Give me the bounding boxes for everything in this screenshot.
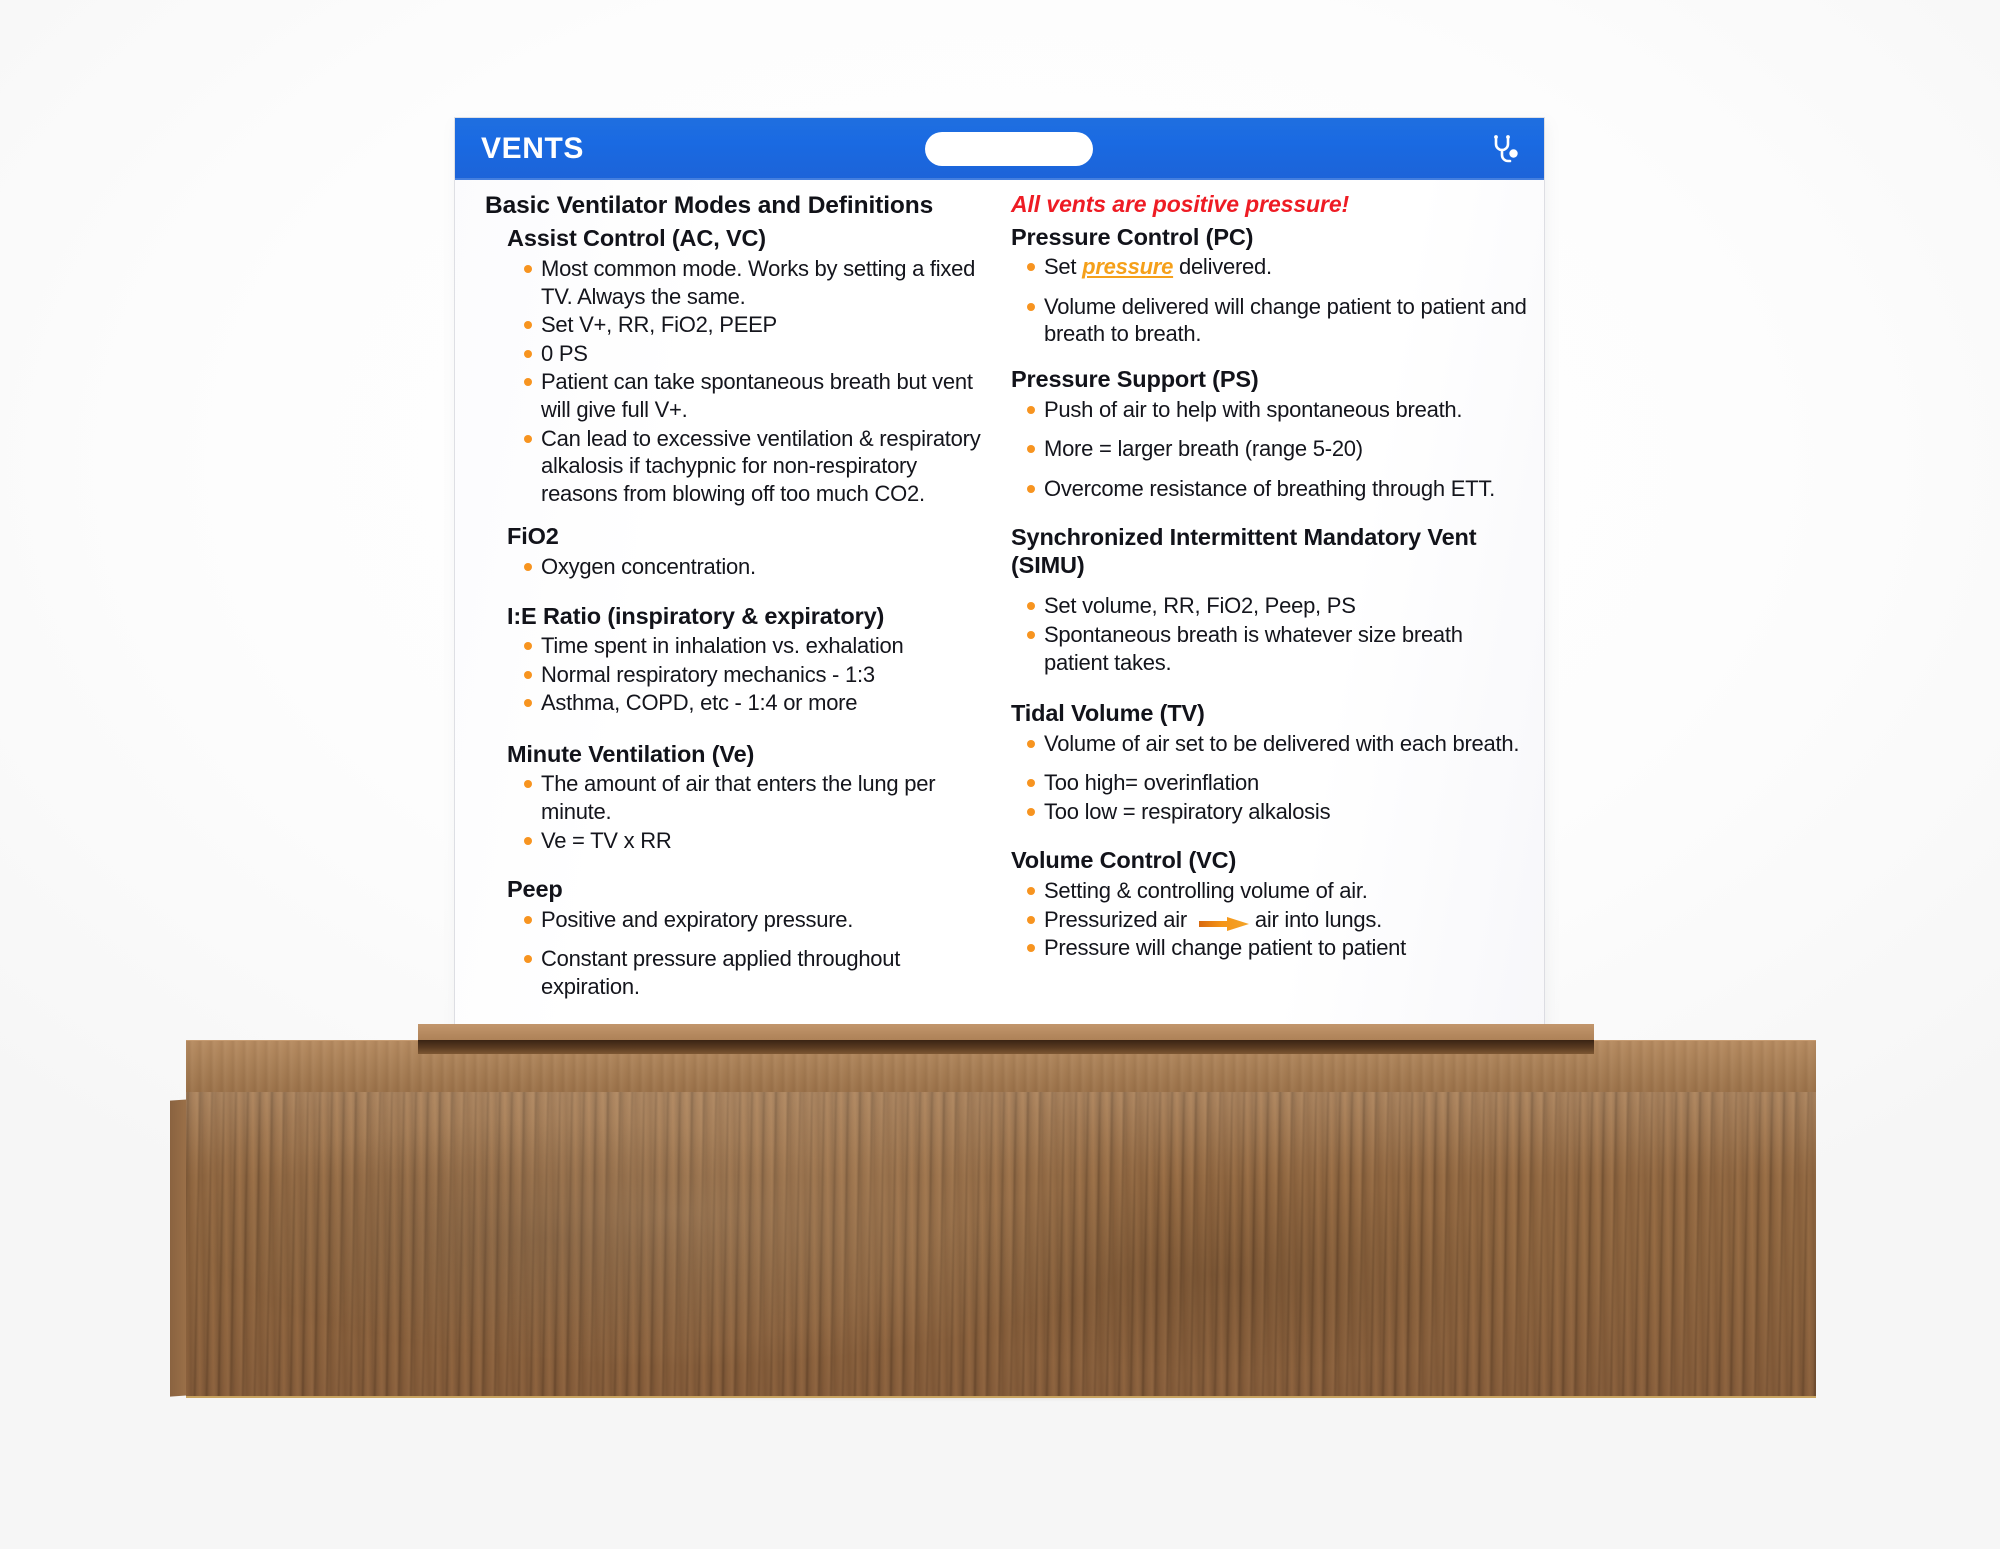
page-title: VENTS — [481, 132, 585, 165]
list-item: Asthma, COPD, etc - 1:4 or more — [523, 689, 995, 717]
bullet-text-pre: Set — [1044, 254, 1083, 280]
section-peep: Peep Positive and expiratory pressure. C… — [485, 876, 995, 1000]
list-item: Time spent in inhalation vs. exhalation — [523, 632, 995, 660]
list-item: Setting & controlling volume of air. — [1026, 877, 1528, 905]
right-arrow-icon — [1197, 911, 1251, 931]
list-item: The amount of air that enters the lung p… — [523, 770, 995, 825]
list-item: Set pressure delivered. — [1026, 253, 1528, 281]
section-assist-control: Assist Control (AC, VC) Most common mode… — [485, 225, 995, 507]
list-item: Oxygen concentration. — [523, 553, 995, 581]
bullet-list-pressure-support: Push of air to help with spontaneous bre… — [1011, 396, 1528, 503]
list-item: Set V+, RR, FiO2, PEEP — [523, 311, 995, 339]
bullet-list-fio2: Oxygen concentration. — [485, 553, 995, 581]
heading-simu: Synchronized Intermittent Mandatory Vent… — [1011, 524, 1477, 578]
list-item: Volume delivered will change patient to … — [1026, 293, 1528, 348]
heading-pressure-support: Pressure Support (PS) — [1011, 366, 1259, 393]
badge-punch-slot — [925, 132, 1093, 166]
list-item: Can lead to excessive ventilation & resp… — [523, 425, 995, 508]
list-item: Patient can take spontaneous breath but … — [523, 368, 995, 423]
bullet-list-ie-ratio: Time spent in inhalation vs. exhalation … — [485, 632, 995, 717]
section-volume-control: Volume Control (VC) Setting & controllin… — [1011, 847, 1528, 961]
right-column: All vents are positive pressure! Pressur… — [999, 191, 1528, 1068]
list-item: Pressure will change patient to patient — [1026, 934, 1528, 962]
stand-card-slot — [418, 1040, 1594, 1054]
list-item: Normal respiratory mechanics - 1:3 — [523, 661, 995, 689]
list-item: Overcome resistance of breathing through… — [1026, 475, 1528, 503]
vents-reference-card: VENTS Basic Ventilator Modes and Definit… — [455, 118, 1544, 1068]
bullet-list-pressure-control: Set pressure delivered. Volume delivered… — [1011, 253, 1528, 348]
list-item: Pressurized air air into lungs. — [1026, 906, 1528, 934]
heading-volume-control: Volume Control (VC) — [1011, 847, 1237, 874]
bullet-list-tidal-volume: Volume of air set to be delivered with e… — [1011, 730, 1528, 826]
list-item: Constant pressure applied throughout exp… — [523, 945, 995, 1000]
bullet-list-minute-ventilation: The amount of air that enters the lung p… — [485, 770, 995, 854]
left-column-title: Basic Ventilator Modes and Definitions — [485, 192, 934, 219]
list-item: Most common mode. Works by setting a fix… — [523, 255, 995, 310]
heading-tidal-volume: Tidal Volume (TV) — [1011, 700, 1205, 727]
list-item: Push of air to help with spontaneous bre… — [1026, 396, 1528, 424]
bullet-list-assist-control: Most common mode. Works by setting a fix… — [485, 255, 995, 507]
section-tidal-volume: Tidal Volume (TV) Volume of air set to b… — [1011, 700, 1528, 825]
list-item: Set volume, RR, FiO2, Peep, PS — [1026, 592, 1528, 620]
list-item: Positive and expiratory pressure. — [523, 906, 995, 934]
bullet-text-pre: Pressurized air — [1044, 906, 1193, 932]
bullet-text-post: delivered. — [1173, 254, 1272, 280]
section-pressure-support: Pressure Support (PS) Push of air to hel… — [1011, 366, 1528, 502]
list-item: Spontaneous breath is whatever size brea… — [1026, 621, 1528, 676]
section-minute-ventilation: Minute Ventilation (Ve) The amount of ai… — [485, 741, 995, 854]
list-item: Too high= overinflation — [1026, 769, 1528, 797]
highlight-pressure: pressure — [1082, 254, 1174, 280]
bullet-text-post: air into lungs. — [1254, 906, 1382, 932]
list-item: Ve = TV x RR — [523, 827, 995, 855]
heading-peep: Peep — [507, 876, 563, 903]
card-columns: Basic Ventilator Modes and Definitions A… — [469, 191, 1530, 1068]
alert-banner-text: All vents are positive pressure! — [1011, 191, 1350, 217]
stethoscope-icon — [1488, 132, 1522, 166]
heading-ie-ratio: I:E Ratio (inspiratory & expiratory) — [507, 602, 885, 629]
list-item: Volume of air set to be delivered with e… — [1026, 730, 1528, 758]
section-simu: Synchronized Intermittent Mandatory Vent… — [1011, 524, 1528, 676]
card-body: Basic Ventilator Modes and Definitions A… — [455, 180, 1544, 1068]
heading-pressure-control: Pressure Control (PC) — [1011, 223, 1254, 250]
heading-fio2: FiO2 — [507, 523, 559, 550]
bullet-list-simu: Set volume, RR, FiO2, Peep, PS Spontaneo… — [1011, 592, 1528, 676]
heading-minute-ventilation: Minute Ventilation (Ve) — [507, 740, 755, 767]
heading-assist-control: Assist Control (AC, VC) — [507, 225, 766, 252]
section-fio2: FiO2 Oxygen concentration. — [485, 523, 995, 580]
list-item: Too low = respiratory alkalosis — [1026, 798, 1528, 826]
section-pressure-control: Pressure Control (PC) Set pressure deliv… — [1011, 224, 1528, 348]
list-item: 0 PS — [523, 340, 995, 368]
list-item: More = larger breath (range 5-20) — [1026, 435, 1528, 463]
wooden-card-stand — [170, 1024, 1816, 1398]
left-column: Basic Ventilator Modes and Definitions A… — [469, 192, 999, 1068]
bullet-list-peep: Positive and expiratory pressure. Consta… — [485, 906, 995, 1001]
stand-front-face — [186, 1092, 1816, 1398]
card-header-bar: VENTS — [455, 118, 1544, 180]
section-ie-ratio: I:E Ratio (inspiratory & expiratory) Tim… — [485, 603, 995, 717]
bullet-list-volume-control: Setting & controlling volume of air. Pre… — [1011, 877, 1528, 962]
